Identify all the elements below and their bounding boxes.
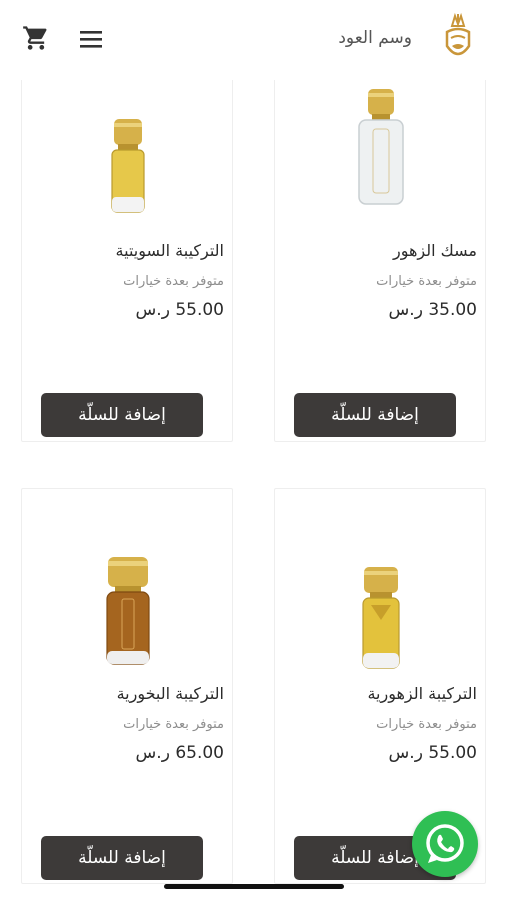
product-image[interactable] — [92, 547, 164, 677]
product-price: 65.00 ر.س — [135, 743, 224, 763]
product-card[interactable]: التركيبة البخورية متوفر بعدة خيارات 65.0… — [21, 488, 233, 884]
product-image[interactable] — [345, 87, 417, 217]
app-header: وسم العود — [0, 0, 506, 80]
add-to-cart-button[interactable]: إضافة للسلّة — [41, 836, 203, 880]
home-indicator[interactable] — [164, 884, 344, 889]
product-title[interactable]: التركيبة السويتية — [28, 241, 224, 260]
product-image[interactable] — [345, 545, 417, 675]
whatsapp-button[interactable] — [412, 811, 478, 877]
product-price: 35.00 ر.س — [388, 300, 477, 320]
product-availability: متوفر بعدة خيارات — [376, 274, 477, 289]
product-title[interactable]: التركيبة الزهورية — [281, 684, 477, 703]
product-availability: متوفر بعدة خيارات — [123, 717, 224, 732]
product-title[interactable]: مسك الزهور — [281, 241, 477, 260]
brand-name: وسم العود — [338, 28, 412, 48]
add-to-cart-button[interactable]: إضافة للسلّة — [294, 393, 456, 437]
brand-logo-icon[interactable] — [438, 12, 478, 66]
product-title[interactable]: التركيبة البخورية — [28, 684, 224, 703]
whatsapp-icon — [426, 824, 464, 863]
product-price: 55.00 ر.س — [135, 300, 224, 320]
hamburger-menu-icon[interactable] — [78, 26, 104, 52]
product-card[interactable]: مسك الزهور متوفر بعدة خيارات 35.00 ر.س إ… — [274, 60, 486, 442]
add-to-cart-button[interactable]: إضافة للسلّة — [41, 393, 203, 437]
product-image[interactable] — [92, 109, 164, 239]
product-card[interactable]: التركيبة السويتية متوفر بعدة خيارات 55.0… — [21, 60, 233, 442]
product-availability: متوفر بعدة خيارات — [123, 274, 224, 289]
product-price: 55.00 ر.س — [388, 743, 477, 763]
product-availability: متوفر بعدة خيارات — [376, 717, 477, 732]
shopping-cart-icon[interactable] — [22, 24, 50, 52]
